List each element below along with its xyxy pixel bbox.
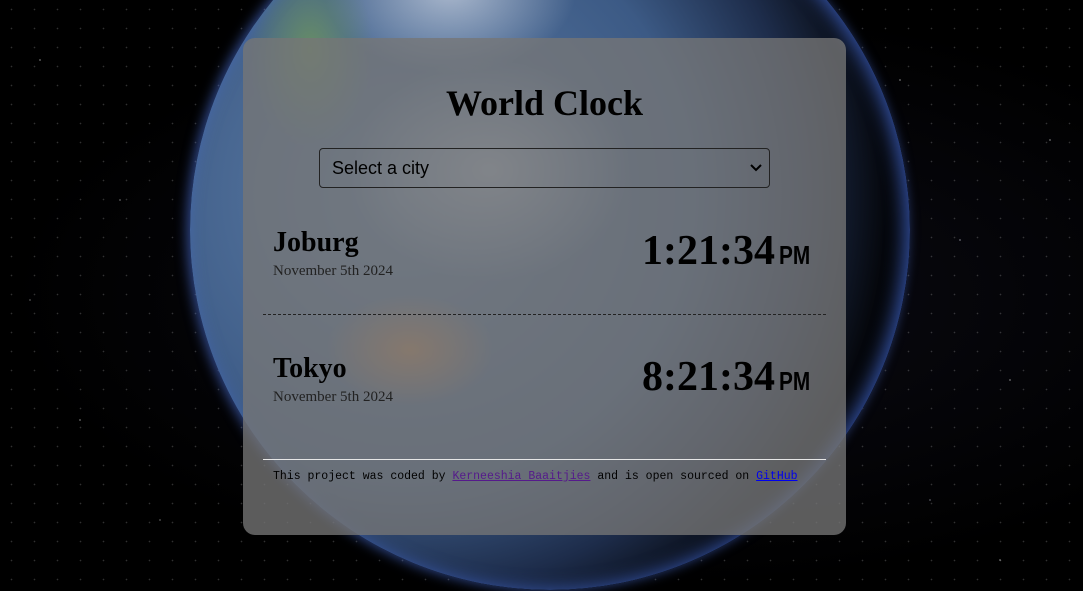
city-select-value: Select a city: [332, 157, 430, 178]
city-row-tokyo: Tokyo November 5th 2024 8:21:34 PM: [263, 314, 826, 460]
footer-middle: and is open sourced on: [590, 470, 757, 483]
city-time-ampm: PM: [779, 240, 811, 270]
city-row-joburg: Joburg November 5th 2024 1:21:34 PM: [263, 188, 826, 315]
city-time-value: 8:21:34: [642, 354, 775, 400]
clock-card: World Clock Select a city Joburg Novembe…: [243, 38, 846, 535]
chevron-down-icon: [749, 161, 763, 175]
city-name: Tokyo: [273, 353, 347, 384]
footer-prefix: This project was coded by: [273, 470, 453, 483]
city-time: 1:21:34 PM: [642, 228, 818, 278]
city-time: 8:21:34 PM: [642, 354, 818, 404]
footer-credit: This project was coded by Kerneeshia Baa…: [273, 470, 798, 483]
city-time-value: 1:21:34: [642, 228, 775, 274]
city-date: November 5th 2024: [273, 263, 393, 279]
city-select[interactable]: Select a city: [319, 148, 770, 188]
city-name: Joburg: [273, 227, 359, 258]
page-title: World Clock: [445, 83, 643, 123]
city-date: November 5th 2024: [273, 389, 393, 405]
github-link[interactable]: GitHub: [756, 470, 797, 483]
city-time-ampm: PM: [779, 366, 811, 396]
author-link[interactable]: Kerneeshia Baaitjies: [452, 470, 590, 483]
